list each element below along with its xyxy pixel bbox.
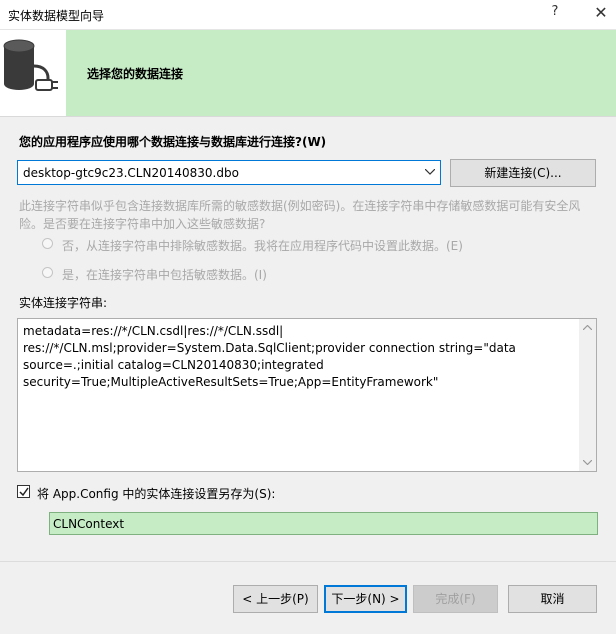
finish-button[interactable]: 完成(F) — [413, 585, 498, 613]
previous-button[interactable]: < 上一步(P) — [233, 585, 318, 613]
banner-icon-area — [0, 30, 66, 116]
banner-heading: 选择您的数据连接 — [87, 67, 184, 81]
footer-divider — [0, 561, 616, 562]
help-button[interactable]: ? — [544, 4, 566, 24]
scroll-down-icon[interactable] — [583, 460, 592, 465]
connection-select[interactable]: desktop-gtc9c23.CLN20140830.dbo — [17, 160, 441, 185]
connection-question: 您的应用程序应使用哪个数据连接与数据库进行连接?(W) — [19, 135, 327, 149]
connection-select-value: desktop-gtc9c23.CLN20140830.dbo — [23, 166, 239, 180]
radio-include-label: 是，在连接字符串中包括敏感数据。(I) — [62, 268, 267, 282]
sensitive-data-warning: 此连接字符串似乎包含连接数据库所需的敏感数据(例如密码)。在连接字符串中存储敏感… — [19, 199, 581, 231]
entity-string-line: metadata=res://*/CLN.csdl|res://*/CLN.ss… — [23, 324, 284, 338]
radio-circle[interactable] — [42, 238, 53, 249]
entity-string-line: security=True;MultipleActiveResultSets=T… — [23, 375, 439, 389]
radio-exclude-label: 否，从连接字符串中排除敏感数据。我将在应用程序代码中设置此数据。(E) — [62, 239, 463, 253]
vertical-scrollbar[interactable] — [579, 319, 596, 471]
save-config-label: 将 App.Config 中的实体连接设置另存为(S): — [37, 487, 276, 501]
checkbox-box[interactable] — [17, 485, 30, 498]
scroll-up-icon[interactable] — [583, 325, 592, 330]
radio-circle[interactable] — [42, 267, 53, 278]
context-name-field[interactable] — [49, 512, 598, 535]
window-title: 实体数据模型向导 — [8, 9, 105, 23]
entity-string-line: source=.;initial catalog=CLN20140830;int… — [23, 358, 324, 372]
entity-string-text: metadata=res://*/CLN.csdl|res://*/CLN.ss… — [23, 323, 571, 391]
cancel-button[interactable]: 取消 — [508, 585, 597, 613]
database-connection-icon — [3, 39, 58, 91]
close-button[interactable]: ✕ — [590, 3, 612, 25]
entity-string-label: 实体连接字符串: — [19, 296, 108, 310]
title-bar: 实体数据模型向导 ? ✕ — [0, 0, 616, 30]
checkmark-icon — [19, 487, 29, 497]
context-name-input[interactable] — [52, 515, 593, 532]
new-connection-button[interactable]: 新建连接(C)... — [450, 159, 596, 187]
next-button[interactable]: 下一步(N) > — [324, 585, 407, 613]
entity-string-line: res://*/CLN.msl;provider=System.Data.Sql… — [23, 341, 516, 355]
entity-string-textarea[interactable]: metadata=res://*/CLN.csdl|res://*/CLN.ss… — [17, 318, 597, 472]
wizard-banner: 选择您的数据连接 — [0, 30, 616, 117]
chevron-down-icon[interactable] — [420, 161, 440, 184]
